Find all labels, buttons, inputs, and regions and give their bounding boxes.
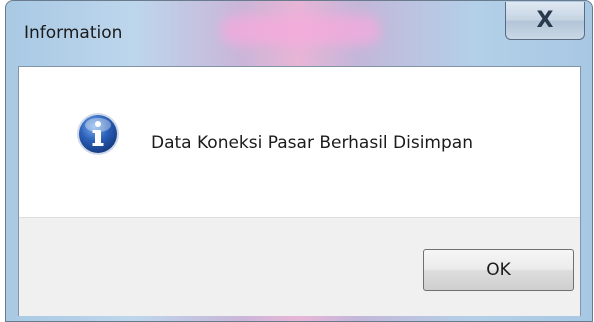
info-icon [77, 113, 119, 155]
message-area: Data Koneksi Pasar Berhasil Disimpan [19, 67, 580, 217]
button-area: OK [19, 217, 580, 316]
dialog-client-area: Data Koneksi Pasar Berhasil Disimpan OK [18, 66, 581, 316]
title-bar[interactable]: Information X [6, 1, 592, 66]
message-text: Data Koneksi Pasar Berhasil Disimpan [151, 133, 473, 153]
close-icon: X [536, 7, 554, 33]
dialog-title: Information [24, 23, 123, 43]
dialog-window: Information X Data Koneksi Pasar Berhasi… [5, 0, 593, 322]
close-button[interactable]: X [505, 2, 585, 40]
ok-button[interactable]: OK [423, 249, 574, 291]
